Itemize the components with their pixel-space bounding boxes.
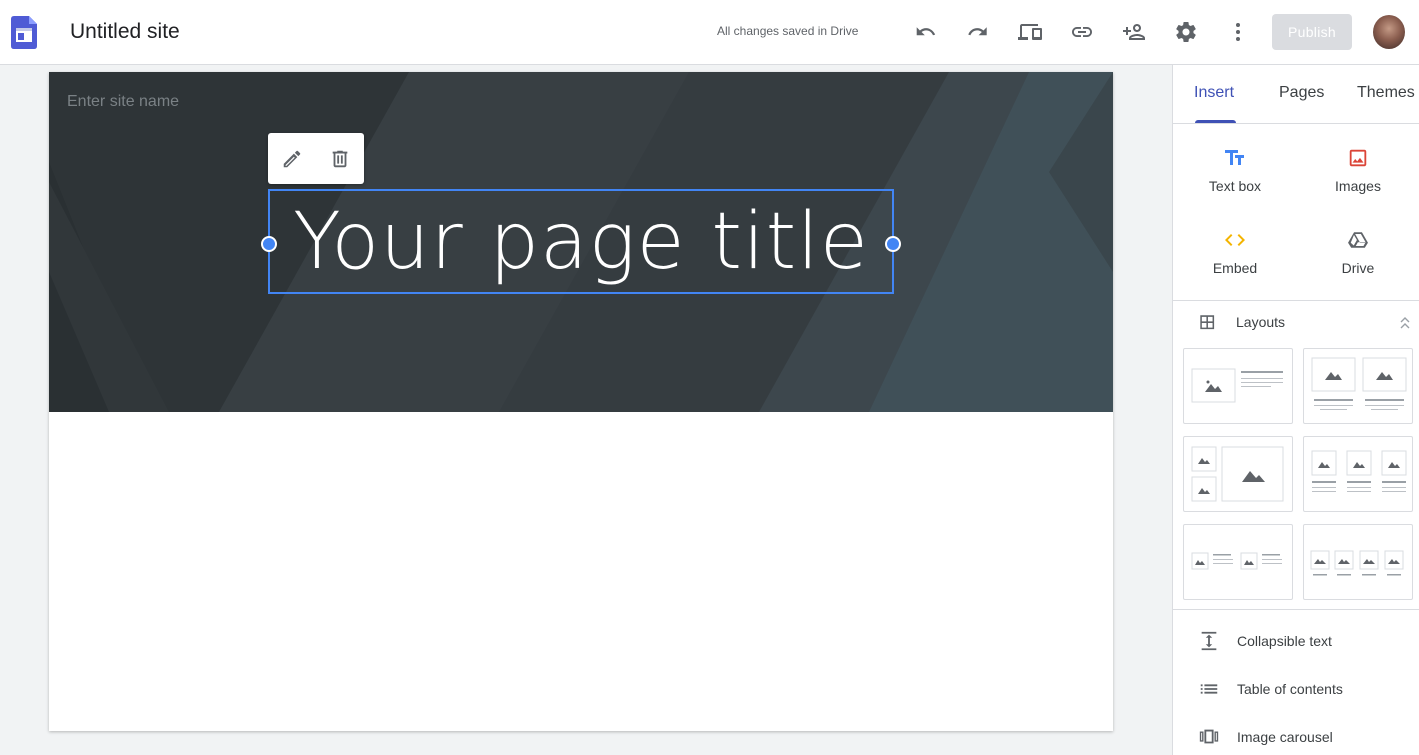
tab-pages[interactable]: Pages xyxy=(1279,84,1324,102)
layout-image-text-icon xyxy=(1191,368,1283,403)
insert-drive[interactable]: Drive xyxy=(1308,226,1408,276)
avatar[interactable] xyxy=(1373,15,1405,49)
insert-drive-label: Drive xyxy=(1341,260,1375,276)
site-name-input[interactable]: Enter site name xyxy=(67,93,179,111)
site-page[interactable]: Enter site name Your page title xyxy=(49,72,1113,731)
layout-option-2[interactable] xyxy=(1303,348,1413,424)
table-of-contents-icon xyxy=(1200,684,1218,694)
sites-logo-icon[interactable] xyxy=(11,16,37,49)
collapsible-text-label: Collapsible text xyxy=(1237,633,1332,649)
image-carousel-icon xyxy=(1199,729,1219,744)
more-vert-icon[interactable] xyxy=(1225,19,1251,45)
insert-embed-label: Embed xyxy=(1212,260,1258,276)
active-tab-indicator xyxy=(1195,120,1236,123)
share-icon[interactable] xyxy=(1121,19,1147,45)
pencil-icon[interactable] xyxy=(281,148,303,170)
layout-option-3[interactable] xyxy=(1183,436,1293,512)
preview-icon[interactable] xyxy=(1017,19,1043,45)
redo-icon[interactable] xyxy=(965,19,991,45)
layout-option-1[interactable] xyxy=(1183,348,1293,424)
top-bar: Untitled site All changes saved in Drive… xyxy=(0,0,1419,65)
resize-handle-right[interactable] xyxy=(885,236,901,252)
insert-collapsible-text[interactable]: Collapsible text xyxy=(1173,626,1419,656)
layout-image-grid-icon xyxy=(1191,446,1284,502)
site-title[interactable]: Untitled site xyxy=(70,19,180,45)
trash-icon[interactable] xyxy=(329,148,351,170)
tab-insert[interactable]: Insert xyxy=(1194,84,1234,102)
layouts-icon xyxy=(1200,315,1215,330)
undo-icon[interactable] xyxy=(913,19,939,45)
layout-two-images-icon xyxy=(1311,357,1407,410)
page-title-box[interactable]: Your page title xyxy=(261,189,901,294)
page-title[interactable]: Your page title xyxy=(270,191,892,292)
image-icon xyxy=(1308,144,1408,172)
drive-icon xyxy=(1308,226,1408,254)
insert-text-box[interactable]: Text box xyxy=(1185,144,1285,194)
collapsible-text-icon xyxy=(1201,631,1217,651)
page-header[interactable]: Enter site name Your page title xyxy=(49,72,1113,412)
element-toolbar xyxy=(268,133,364,184)
layout-three-columns-icon xyxy=(1311,450,1407,492)
collapse-icon[interactable] xyxy=(1399,316,1411,330)
insert-images[interactable]: Images xyxy=(1308,144,1408,194)
embed-icon xyxy=(1185,226,1285,254)
layout-option-5[interactable] xyxy=(1183,524,1293,600)
insert-images-label: Images xyxy=(1335,178,1381,194)
layout-four-columns-icon xyxy=(1310,550,1404,576)
insert-image-carousel[interactable]: Image carousel xyxy=(1173,722,1419,752)
insert-text-box-label: Text box xyxy=(1208,178,1262,194)
layouts-label: Layouts xyxy=(1236,314,1286,330)
divider xyxy=(1173,300,1419,301)
resize-handle-left[interactable] xyxy=(261,236,277,252)
editor-canvas: Enter site name Your page title xyxy=(0,65,1172,755)
text-box-icon xyxy=(1185,144,1285,172)
image-carousel-label: Image carousel xyxy=(1237,729,1333,745)
table-of-contents-label: Table of contents xyxy=(1237,681,1343,697)
insert-table-of-contents[interactable]: Table of contents xyxy=(1173,674,1419,704)
save-status: All changes saved in Drive xyxy=(717,24,859,38)
publish-button[interactable]: Publish xyxy=(1272,14,1352,50)
layout-image-text-pairs-icon xyxy=(1191,552,1282,570)
layout-option-6[interactable] xyxy=(1303,524,1413,600)
layouts-section-header[interactable]: Layouts xyxy=(1173,311,1419,335)
divider xyxy=(1173,609,1419,610)
tab-themes[interactable]: Themes xyxy=(1357,84,1415,102)
gear-icon[interactable] xyxy=(1173,19,1199,45)
layout-option-4[interactable] xyxy=(1303,436,1413,512)
insert-embed[interactable]: Embed xyxy=(1185,226,1285,276)
side-panel: Insert Pages Themes Text box Images Embe… xyxy=(1172,65,1419,755)
link-icon[interactable] xyxy=(1069,19,1095,45)
panel-tabs: Insert Pages Themes xyxy=(1173,65,1419,124)
